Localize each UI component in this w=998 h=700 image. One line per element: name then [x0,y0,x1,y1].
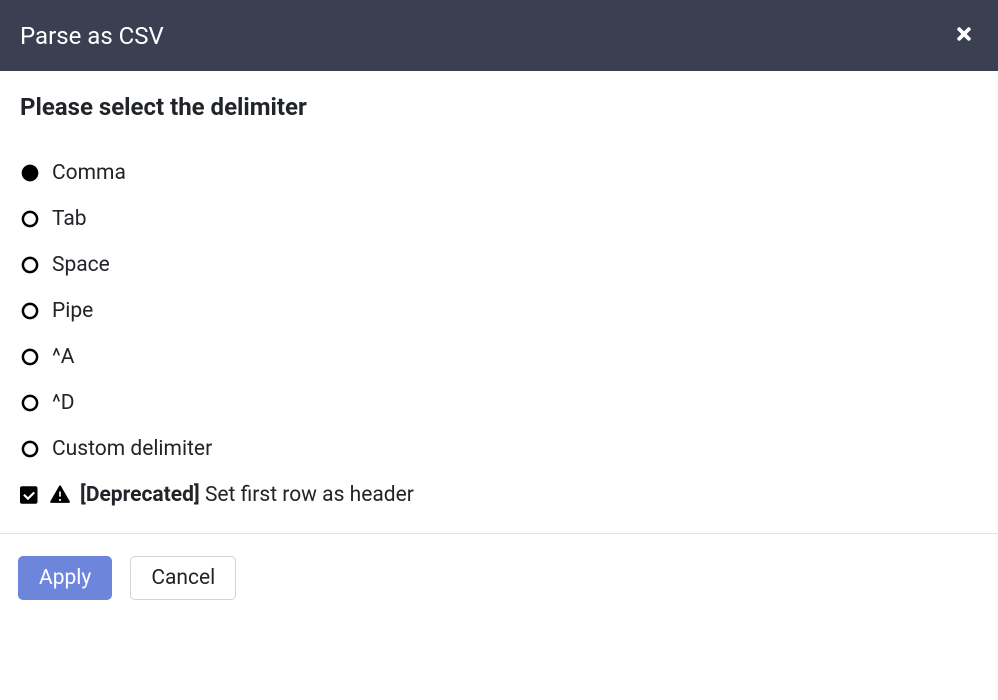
radio-unselected-icon [20,439,40,459]
header-checkbox-row[interactable]: [Deprecated] Set first row as header [20,483,978,507]
close-button[interactable] [950,20,978,51]
radio-unselected-icon [20,393,40,413]
delimiter-radio-label: Custom delimiter [52,437,212,461]
modal-title: Parse as CSV [20,22,164,50]
delimiter-radio-group: Comma Tab Space Pipe ^A ^D Custom delimiter [20,161,978,461]
modal-footer: Apply Cancel [0,533,998,616]
delimiter-radio-label: ^D [52,391,75,415]
radio-unselected-icon [20,255,40,275]
delimiter-radio-pipe[interactable]: Pipe [20,299,978,323]
delimiter-radio-label: Comma [52,161,126,185]
delimiter-radio-label: ^A [52,345,74,369]
delimiter-prompt: Please select the delimiter [20,93,978,121]
apply-button[interactable]: Apply [18,556,112,600]
delimiter-radio-label: Tab [52,207,87,231]
delimiter-radio-label: Space [52,253,110,277]
delimiter-radio-custom-delimiter[interactable]: Custom delimiter [20,437,978,461]
delimiter-radio-space[interactable]: Space [20,253,978,277]
radio-unselected-icon [20,301,40,321]
delimiter-radio-label: Pipe [52,299,93,323]
radio-selected-icon [20,163,40,183]
modal-body: Please select the delimiter Comma Tab Spac… [0,71,998,533]
delimiter-radio-comma[interactable]: Comma [20,161,978,185]
radio-unselected-icon [20,347,40,367]
deprecated-tag: [Deprecated] [80,483,200,507]
header-checkbox-label: Set first row as header [205,483,414,507]
delimiter-radio--d[interactable]: ^D [20,391,978,415]
delimiter-radio-tab[interactable]: Tab [20,207,978,231]
cancel-button[interactable]: Cancel [130,556,236,600]
radio-unselected-icon [20,209,40,229]
checkbox-checked-icon [20,485,40,505]
delimiter-radio--a[interactable]: ^A [20,345,978,369]
modal-header: Parse as CSV [0,0,998,71]
warning-icon [50,485,70,505]
close-icon [954,24,974,47]
